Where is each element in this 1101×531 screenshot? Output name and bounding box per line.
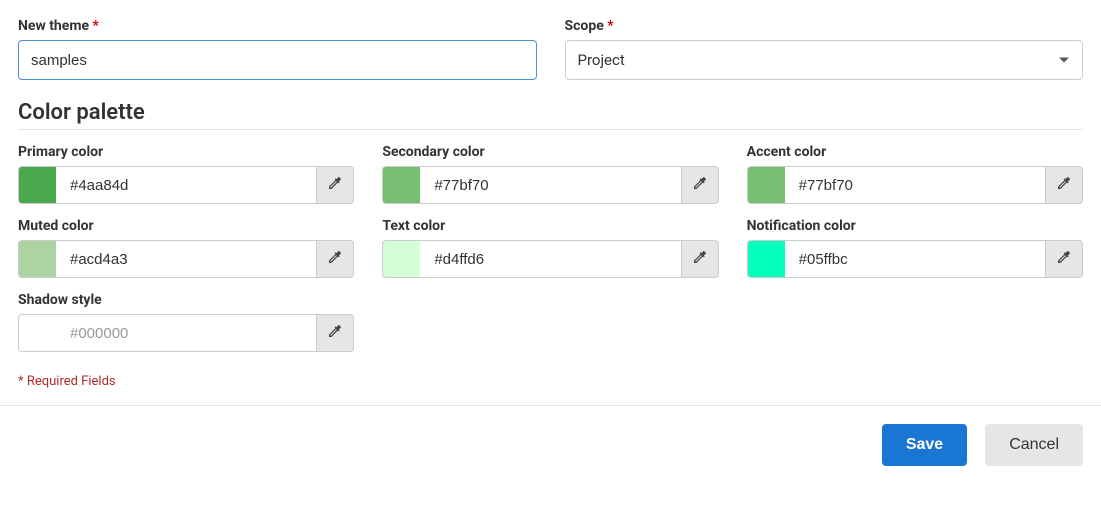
notification-color-label: Notification color [747,218,1083,234]
scope-select[interactable]: Project [565,40,1084,80]
accent-color-input[interactable] [785,166,1045,204]
footer-actions: Save Cancel [0,405,1101,484]
eyedropper-icon [1056,249,1072,269]
accent-color-picker-button[interactable] [1045,166,1083,204]
secondary-color-swatch [382,166,420,204]
eyedropper-icon [327,323,343,343]
primary-color-input[interactable] [56,166,316,204]
shadow-style-input[interactable] [56,314,316,352]
secondary-color-picker-button[interactable] [681,166,719,204]
eyedropper-icon [327,175,343,195]
shadow-style-label: Shadow style [18,292,354,308]
notification-color-swatch [747,240,785,278]
primary-color-swatch [18,166,56,204]
save-button[interactable]: Save [882,424,967,466]
notification-color-input[interactable] [785,240,1045,278]
shadow-style-swatch [18,314,56,352]
text-color-input[interactable] [420,240,680,278]
required-asterisk: * [93,18,99,34]
chevron-down-icon [1059,58,1069,63]
muted-color-label: Muted color [18,218,354,234]
cancel-button[interactable]: Cancel [985,424,1083,466]
muted-color-input[interactable] [56,240,316,278]
primary-color-label: Primary color [18,144,354,160]
notification-color-picker-button[interactable] [1045,240,1083,278]
text-color-swatch [382,240,420,278]
accent-color-swatch [747,166,785,204]
accent-color-label: Accent color [747,144,1083,160]
text-color-picker-button[interactable] [681,240,719,278]
palette-title: Color palette [18,100,1083,125]
eyedropper-icon [327,249,343,269]
eyedropper-icon [692,249,708,269]
new-theme-input[interactable] [18,40,537,80]
eyedropper-icon [692,175,708,195]
text-color-label: Text color [382,218,718,234]
required-asterisk: * [607,18,613,34]
secondary-color-label: Secondary color [382,144,718,160]
scope-label: Scope * [565,18,1084,34]
new-theme-label: New theme * [18,18,537,34]
primary-color-picker-button[interactable] [316,166,354,204]
secondary-color-input[interactable] [420,166,680,204]
section-divider [18,129,1083,130]
muted-color-picker-button[interactable] [316,240,354,278]
scope-selected-value: Project [578,51,625,69]
required-fields-note: * Required Fields [18,374,1083,389]
muted-color-swatch [18,240,56,278]
shadow-style-picker-button[interactable] [316,314,354,352]
eyedropper-icon [1056,175,1072,195]
